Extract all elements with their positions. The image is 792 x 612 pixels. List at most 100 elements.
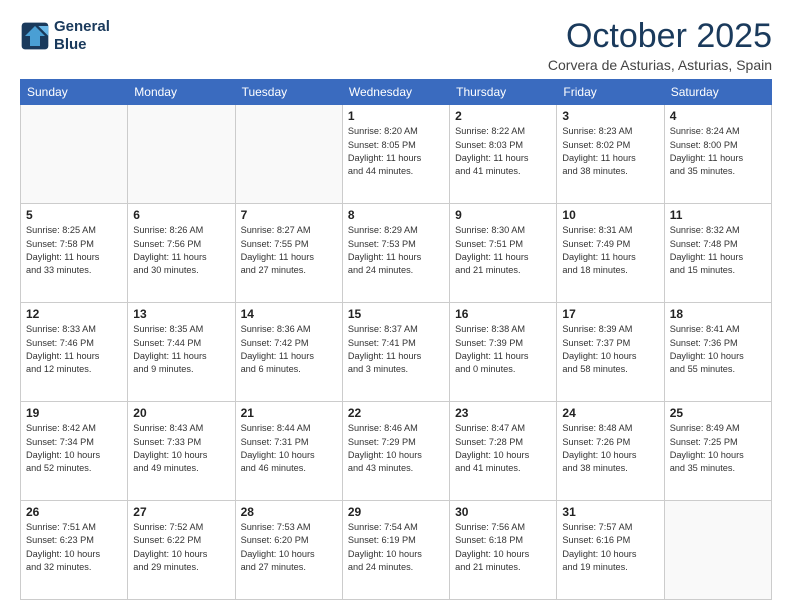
table-row: 22 Sunrise: 8:46 AMSunset: 7:29 PMDayligh… <box>342 402 449 501</box>
table-row: 14Sunrise: 8:36 AMSunset: 7:42 PMDayligh… <box>235 303 342 402</box>
table-row: 13Sunrise: 8:35 AMSunset: 7:44 PMDayligh… <box>128 303 235 402</box>
day-number: 28 <box>241 505 337 519</box>
logo-line2: Blue <box>54 36 110 54</box>
table-row: 23 Sunrise: 8:47 AMSunset: 7:28 PMDayligh… <box>450 402 557 501</box>
table-row: 15Sunrise: 8:37 AMSunset: 7:41 PMDayligh… <box>342 303 449 402</box>
day-number: 20 <box>133 406 229 420</box>
day-number: 18 <box>670 307 766 321</box>
col-tuesday: Tuesday <box>235 80 342 105</box>
table-row: 16 Sunrise: 8:38 AMSunset: 7:39 PMDayligh… <box>450 303 557 402</box>
calendar-week-1: 5 Sunrise: 8:25 AMSunset: 7:58 PMDaylight… <box>21 204 772 303</box>
day-number: 19 <box>26 406 122 420</box>
table-row: 21Sunrise: 8:44 AMSunset: 7:31 PMDayligh… <box>235 402 342 501</box>
day-info: Sunrise: 7:52 AMSunset: 6:22 PMDaylight:… <box>133 521 229 574</box>
day-info: Sunrise: 8:35 AMSunset: 7:44 PMDaylight:… <box>133 323 229 376</box>
table-row: 28 Sunrise: 7:53 AMSunset: 6:20 PMDayligh… <box>235 501 342 600</box>
calendar-header-row: Sunday Monday Tuesday Wednesday Thursday… <box>21 80 772 105</box>
table-row: 11Sunrise: 8:32 AMSunset: 7:48 PMDayligh… <box>664 204 771 303</box>
calendar-week-4: 26Sunrise: 7:51 AMSunset: 6:23 PMDayligh… <box>21 501 772 600</box>
day-number: 3 <box>562 109 658 123</box>
day-info: Sunrise: 7:53 AMSunset: 6:20 PMDaylight:… <box>241 521 337 574</box>
page: General Blue October 2025 Corvera de Ast… <box>0 0 792 612</box>
table-row <box>21 105 128 204</box>
day-info: Sunrise: 8:30 AMSunset: 7:51 PMDaylight:… <box>455 224 551 277</box>
col-sunday: Sunday <box>21 80 128 105</box>
day-number: 5 <box>26 208 122 222</box>
day-info: Sunrise: 8:33 AMSunset: 7:46 PMDaylight:… <box>26 323 122 376</box>
day-info: Sunrise: 8:23 AMSunset: 8:02 PMDaylight:… <box>562 125 658 178</box>
table-row: 3 Sunrise: 8:23 AMSunset: 8:02 PMDaylight… <box>557 105 664 204</box>
day-info: Sunrise: 8:48 AMSunset: 7:26 PMDaylight:… <box>562 422 658 475</box>
day-number: 26 <box>26 505 122 519</box>
table-row: 6 Sunrise: 8:26 AMSunset: 7:56 PMDaylight… <box>128 204 235 303</box>
title-block: October 2025 Corvera de Asturias, Asturi… <box>548 18 772 73</box>
day-number: 12 <box>26 307 122 321</box>
month-title: October 2025 <box>548 18 772 55</box>
day-info: Sunrise: 8:49 AMSunset: 7:25 PMDaylight:… <box>670 422 766 475</box>
day-info: Sunrise: 8:25 AMSunset: 7:58 PMDaylight:… <box>26 224 122 277</box>
calendar-table: Sunday Monday Tuesday Wednesday Thursday… <box>20 79 772 600</box>
table-row <box>664 501 771 600</box>
day-info: Sunrise: 8:29 AMSunset: 7:53 PMDaylight:… <box>348 224 444 277</box>
col-wednesday: Wednesday <box>342 80 449 105</box>
day-number: 14 <box>241 307 337 321</box>
logo: General Blue <box>20 18 110 54</box>
day-number: 17 <box>562 307 658 321</box>
day-number: 1 <box>348 109 444 123</box>
day-number: 16 <box>455 307 551 321</box>
day-number: 6 <box>133 208 229 222</box>
day-number: 24 <box>562 406 658 420</box>
day-info: Sunrise: 8:26 AMSunset: 7:56 PMDaylight:… <box>133 224 229 277</box>
day-info: Sunrise: 8:44 AMSunset: 7:31 PMDaylight:… <box>241 422 337 475</box>
table-row: 1 Sunrise: 8:20 AMSunset: 8:05 PMDaylight… <box>342 105 449 204</box>
day-number: 23 <box>455 406 551 420</box>
table-row: 7Sunrise: 8:27 AMSunset: 7:55 PMDaylight… <box>235 204 342 303</box>
day-info: Sunrise: 8:42 AMSunset: 7:34 PMDaylight:… <box>26 422 122 475</box>
col-monday: Monday <box>128 80 235 105</box>
day-number: 11 <box>670 208 766 222</box>
header: General Blue October 2025 Corvera de Ast… <box>20 18 772 73</box>
day-info: Sunrise: 7:56 AMSunset: 6:18 PMDaylight:… <box>455 521 551 574</box>
calendar-week-0: 1 Sunrise: 8:20 AMSunset: 8:05 PMDaylight… <box>21 105 772 204</box>
table-row <box>128 105 235 204</box>
table-row: 2Sunrise: 8:22 AMSunset: 8:03 PMDaylight… <box>450 105 557 204</box>
day-info: Sunrise: 8:38 AMSunset: 7:39 PMDaylight:… <box>455 323 551 376</box>
day-info: Sunrise: 8:22 AMSunset: 8:03 PMDaylight:… <box>455 125 551 178</box>
table-row: 19 Sunrise: 8:42 AMSunset: 7:34 PMDayligh… <box>21 402 128 501</box>
day-info: Sunrise: 8:47 AMSunset: 7:28 PMDaylight:… <box>455 422 551 475</box>
day-info: Sunrise: 8:24 AMSunset: 8:00 PMDaylight:… <box>670 125 766 178</box>
logo-text: General Blue <box>54 18 110 54</box>
day-info: Sunrise: 8:31 AMSunset: 7:49 PMDaylight:… <box>562 224 658 277</box>
table-row: 10 Sunrise: 8:31 AMSunset: 7:49 PMDayligh… <box>557 204 664 303</box>
day-info: Sunrise: 7:57 AMSunset: 6:16 PMDaylight:… <box>562 521 658 574</box>
table-row: 18 Sunrise: 8:41 AMSunset: 7:36 PMDayligh… <box>664 303 771 402</box>
day-info: Sunrise: 8:27 AMSunset: 7:55 PMDaylight:… <box>241 224 337 277</box>
day-number: 25 <box>670 406 766 420</box>
day-info: Sunrise: 8:37 AMSunset: 7:41 PMDaylight:… <box>348 323 444 376</box>
calendar-week-3: 19 Sunrise: 8:42 AMSunset: 7:34 PMDayligh… <box>21 402 772 501</box>
table-row: 20 Sunrise: 8:43 AMSunset: 7:33 PMDayligh… <box>128 402 235 501</box>
table-row <box>235 105 342 204</box>
table-row: 29 Sunrise: 7:54 AMSunset: 6:19 PMDayligh… <box>342 501 449 600</box>
day-info: Sunrise: 8:41 AMSunset: 7:36 PMDaylight:… <box>670 323 766 376</box>
day-info: Sunrise: 8:20 AMSunset: 8:05 PMDaylight:… <box>348 125 444 178</box>
table-row: 26Sunrise: 7:51 AMSunset: 6:23 PMDayligh… <box>21 501 128 600</box>
table-row: 12 Sunrise: 8:33 AMSunset: 7:46 PMDayligh… <box>21 303 128 402</box>
logo-line1: General <box>54 18 110 36</box>
day-number: 30 <box>455 505 551 519</box>
table-row: 8Sunrise: 8:29 AMSunset: 7:53 PMDaylight… <box>342 204 449 303</box>
day-info: Sunrise: 8:46 AMSunset: 7:29 PMDaylight:… <box>348 422 444 475</box>
table-row: 24 Sunrise: 8:48 AMSunset: 7:26 PMDayligh… <box>557 402 664 501</box>
logo-icon <box>20 21 50 51</box>
col-saturday: Saturday <box>664 80 771 105</box>
day-number: 22 <box>348 406 444 420</box>
table-row: 17Sunrise: 8:39 AMSunset: 7:37 PMDayligh… <box>557 303 664 402</box>
day-number: 29 <box>348 505 444 519</box>
day-info: Sunrise: 7:54 AMSunset: 6:19 PMDaylight:… <box>348 521 444 574</box>
table-row: 9Sunrise: 8:30 AMSunset: 7:51 PMDaylight… <box>450 204 557 303</box>
day-number: 31 <box>562 505 658 519</box>
day-number: 10 <box>562 208 658 222</box>
day-info: Sunrise: 8:43 AMSunset: 7:33 PMDaylight:… <box>133 422 229 475</box>
col-friday: Friday <box>557 80 664 105</box>
day-number: 27 <box>133 505 229 519</box>
